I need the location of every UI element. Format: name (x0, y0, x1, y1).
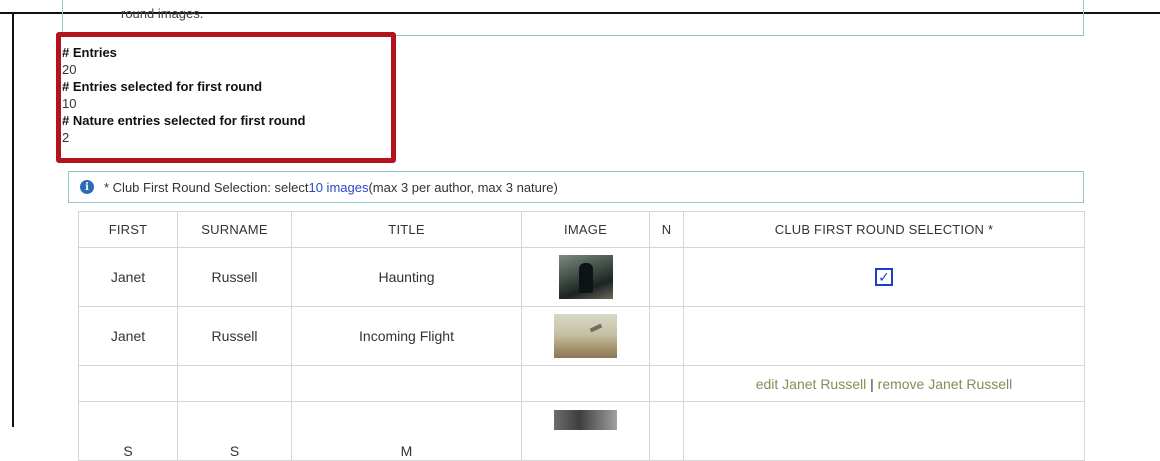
entries-table: FIRST SURNAME TITLE IMAGE N CLUB FIRST R… (78, 211, 1085, 461)
author-actions-cell: edit Janet Russell | remove Janet Russel… (683, 365, 1085, 402)
cell-first: Janet (78, 247, 178, 307)
cell-surname: S (229, 443, 240, 459)
entry-thumbnail[interactable] (554, 410, 617, 430)
cell-image (521, 247, 650, 307)
table-row: Janet Russell Haunting ✓ (78, 247, 1085, 307)
cell-title: M (400, 443, 413, 459)
header-selection[interactable]: CLUB FIRST ROUND SELECTION * (683, 211, 1085, 248)
previous-info-text: round images. (121, 6, 204, 21)
cell-surname: Russell (177, 247, 292, 307)
entry-thumbnail[interactable] (558, 255, 613, 299)
cell-selection (683, 306, 1085, 366)
cell-nature (649, 247, 684, 307)
notice-suffix: (max 3 per author, max 3 nature) (368, 179, 558, 195)
cell-first: Janet (78, 306, 178, 366)
table-header-row: FIRST SURNAME TITLE IMAGE N CLUB FIRST R… (78, 211, 1085, 248)
header-title[interactable]: TITLE (291, 211, 522, 248)
cell-first: S (123, 443, 133, 459)
highlight-annotation-box (56, 32, 396, 163)
cell-surname: Russell (177, 306, 292, 366)
cell-selection: ✓ (683, 247, 1085, 307)
notice-prefix: * Club First Round Selection: select (104, 179, 309, 195)
header-image: IMAGE (521, 211, 650, 248)
remove-author-link[interactable]: remove Janet Russell (878, 376, 1013, 392)
cell-title: Incoming Flight (291, 306, 522, 366)
selection-checkbox[interactable]: ✓ (875, 268, 893, 287)
images-link[interactable]: 10 images (308, 180, 368, 195)
table-row: Janet Russell Incoming Flight (78, 306, 1085, 366)
table-row: S S M (78, 401, 1085, 461)
cell-nature (649, 306, 684, 366)
cell-image (521, 306, 650, 366)
previous-info-box: round images. (62, 0, 1084, 36)
edit-author-link[interactable]: edit Janet Russell (756, 376, 867, 392)
header-first[interactable]: FIRST (78, 211, 178, 248)
header-nature[interactable]: N (649, 211, 684, 248)
cell-title: Haunting (291, 247, 522, 307)
action-separator: | (870, 375, 874, 392)
author-actions-row: edit Janet Russell | remove Janet Russel… (78, 365, 1085, 402)
screenshot-frame-left (12, 12, 14, 427)
selection-notice: i * Club First Round Selection: select 1… (68, 171, 1084, 203)
info-icon: i (80, 180, 94, 194)
header-surname[interactable]: SURNAME (177, 211, 292, 248)
entry-thumbnail[interactable] (554, 314, 617, 358)
cell-image (521, 401, 650, 461)
